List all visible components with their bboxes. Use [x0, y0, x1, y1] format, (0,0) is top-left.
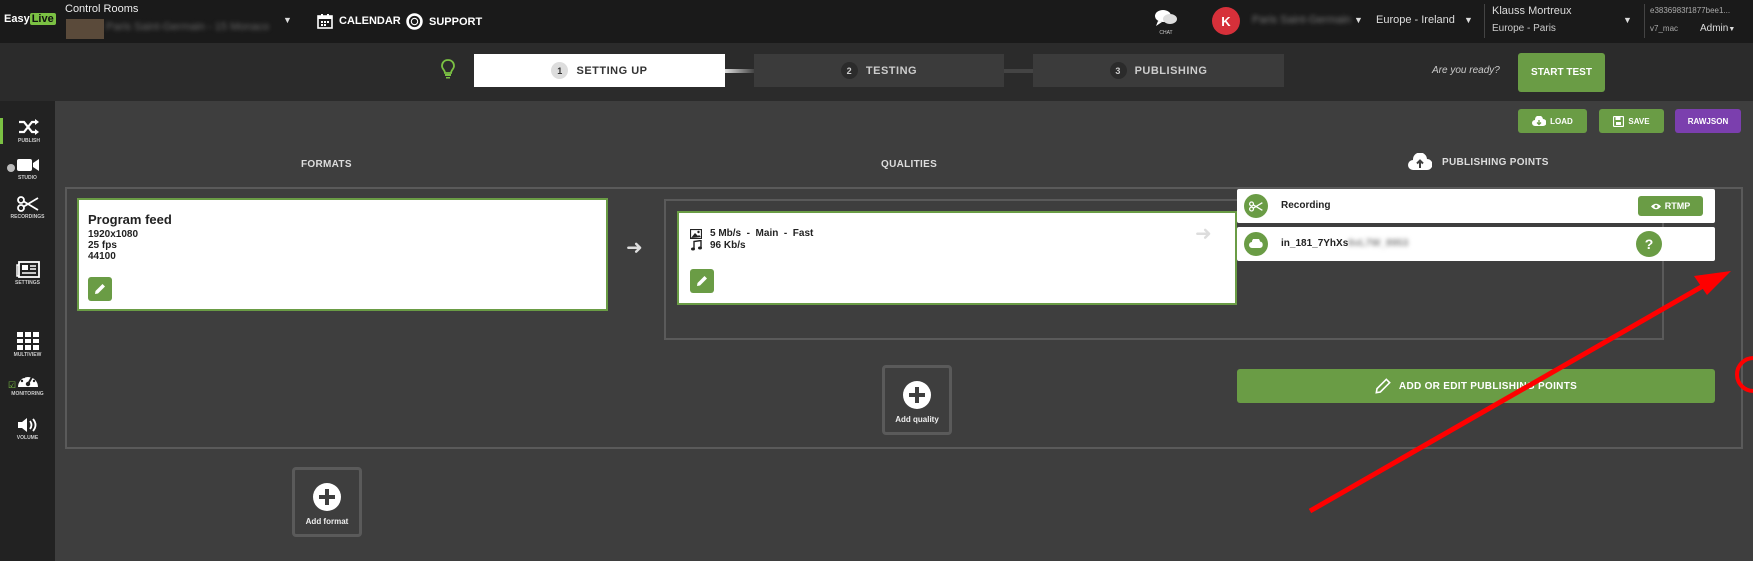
- user-timezone[interactable]: Europe - Paris: [1492, 23, 1556, 34]
- user-name[interactable]: Klauss Mortreux: [1492, 5, 1571, 17]
- step-label: TESTING: [865, 64, 918, 77]
- shuffle-icon: [19, 119, 39, 135]
- lightbulb-icon[interactable]: [441, 59, 455, 79]
- video-camera-icon: [16, 159, 39, 171]
- sidebar-item-label: STUDIO: [18, 175, 37, 181]
- logo-easy-text: Easy: [4, 13, 30, 25]
- room-selector-name[interactable]: Paris Saint-Germain - 15 Monaco: [106, 21, 269, 33]
- easylive-logo[interactable]: Easy Live: [4, 13, 56, 25]
- chat-button[interactable]: CHAT: [1154, 8, 1178, 36]
- step-connector: [1004, 69, 1033, 73]
- region-dropdown-caret-icon[interactable]: ▼: [1464, 15, 1473, 25]
- sidebar-item-label: RECORDINGS: [10, 214, 45, 220]
- annotation-arrow: [1308, 271, 1731, 514]
- scissors-icon: [16, 196, 38, 212]
- calendar-link[interactable]: CALENDAR: [317, 13, 401, 29]
- sidebar-item-label: VOLUME: [16, 435, 39, 441]
- volume-icon: [17, 418, 36, 432]
- main-panel: LOAD SAVE RAWJSON FORMATS QUALITIES PUBL…: [55, 101, 1753, 561]
- sidebar-item-label: MONITORING: [11, 391, 44, 397]
- sidebar-item-recordings[interactable]: RECORDINGS: [0, 196, 55, 220]
- newspaper-icon: [15, 261, 40, 278]
- sidebar-item-volume[interactable]: VOLUME: [0, 417, 55, 441]
- step-publishing[interactable]: 3 PUBLISHING: [1033, 54, 1284, 87]
- role-caret-icon: ▼: [1728, 26, 1736, 33]
- ready-prompt: Are you ready?: [1432, 65, 1500, 76]
- session-hash: e3836983f1877bee1...: [1650, 6, 1731, 15]
- user-org-blurred: Paris Saint-Germain: [1252, 14, 1352, 26]
- support-link[interactable]: SUPPORT: [406, 13, 482, 30]
- step-setting-up[interactable]: 1 SETTING UP: [474, 54, 725, 87]
- dashboard-gauge-icon: [17, 375, 38, 387]
- org-dropdown-caret-icon[interactable]: ▼: [1354, 15, 1363, 25]
- sidebar: PUBLISH STUDIO RECORDINGS SETTINGS MULTI…: [0, 101, 55, 561]
- step-bar: 1 SETTING UP 2 TESTING 3 PUBLISHING Are …: [0, 43, 1753, 101]
- sidebar-item-publish[interactable]: PUBLISH: [0, 118, 55, 144]
- role-label: Admin: [1700, 23, 1729, 34]
- chat-icon: [1155, 10, 1177, 26]
- start-test-button[interactable]: START TEST: [1518, 53, 1605, 92]
- control-rooms-title: Control Rooms: [65, 3, 139, 15]
- step-number: 1: [551, 62, 569, 79]
- room-dropdown-caret-icon[interactable]: ▼: [283, 15, 292, 25]
- calendar-icon: [317, 14, 333, 29]
- user-dropdown-caret-icon[interactable]: ▼: [1623, 15, 1632, 25]
- step-number: 2: [840, 62, 858, 79]
- top-bar: Easy Live Control Rooms Paris Saint-Germa…: [0, 0, 1753, 43]
- sidebar-item-multiview[interactable]: MULTIVIEW: [0, 332, 55, 358]
- step-number: 3: [1109, 62, 1127, 79]
- grid-icon: [16, 332, 39, 350]
- logo-live-text: Live: [29, 13, 56, 25]
- step-label: PUBLISHING: [1134, 64, 1208, 77]
- avatar[interactable]: K: [1212, 7, 1240, 35]
- sidebar-item-settings[interactable]: SETTINGS: [0, 261, 55, 286]
- app-version: v7_mac: [1650, 24, 1679, 33]
- region-selector[interactable]: Europe - Ireland: [1376, 14, 1455, 26]
- step-testing[interactable]: 2 TESTING: [754, 54, 1004, 87]
- sidebar-item-studio[interactable]: STUDIO: [0, 157, 55, 181]
- calendar-label: CALENDAR: [339, 15, 401, 27]
- step-label: SETTING UP: [576, 64, 648, 77]
- sidebar-item-monitoring[interactable]: MONITORING: [0, 371, 55, 397]
- step-connector: [725, 69, 754, 73]
- room-thumbnail: [66, 19, 104, 39]
- sidebar-item-label: MULTIVIEW: [13, 352, 42, 358]
- divider: [1484, 4, 1485, 38]
- support-label: SUPPORT: [429, 15, 483, 28]
- role-menu[interactable]: Admin▼: [1700, 23, 1735, 34]
- sidebar-item-label: SETTINGS: [14, 280, 40, 286]
- divider: [1644, 4, 1645, 38]
- lifebuoy-icon: [406, 13, 423, 30]
- chat-label: CHAT: [1159, 30, 1173, 36]
- sidebar-item-label: PUBLISH: [18, 138, 40, 144]
